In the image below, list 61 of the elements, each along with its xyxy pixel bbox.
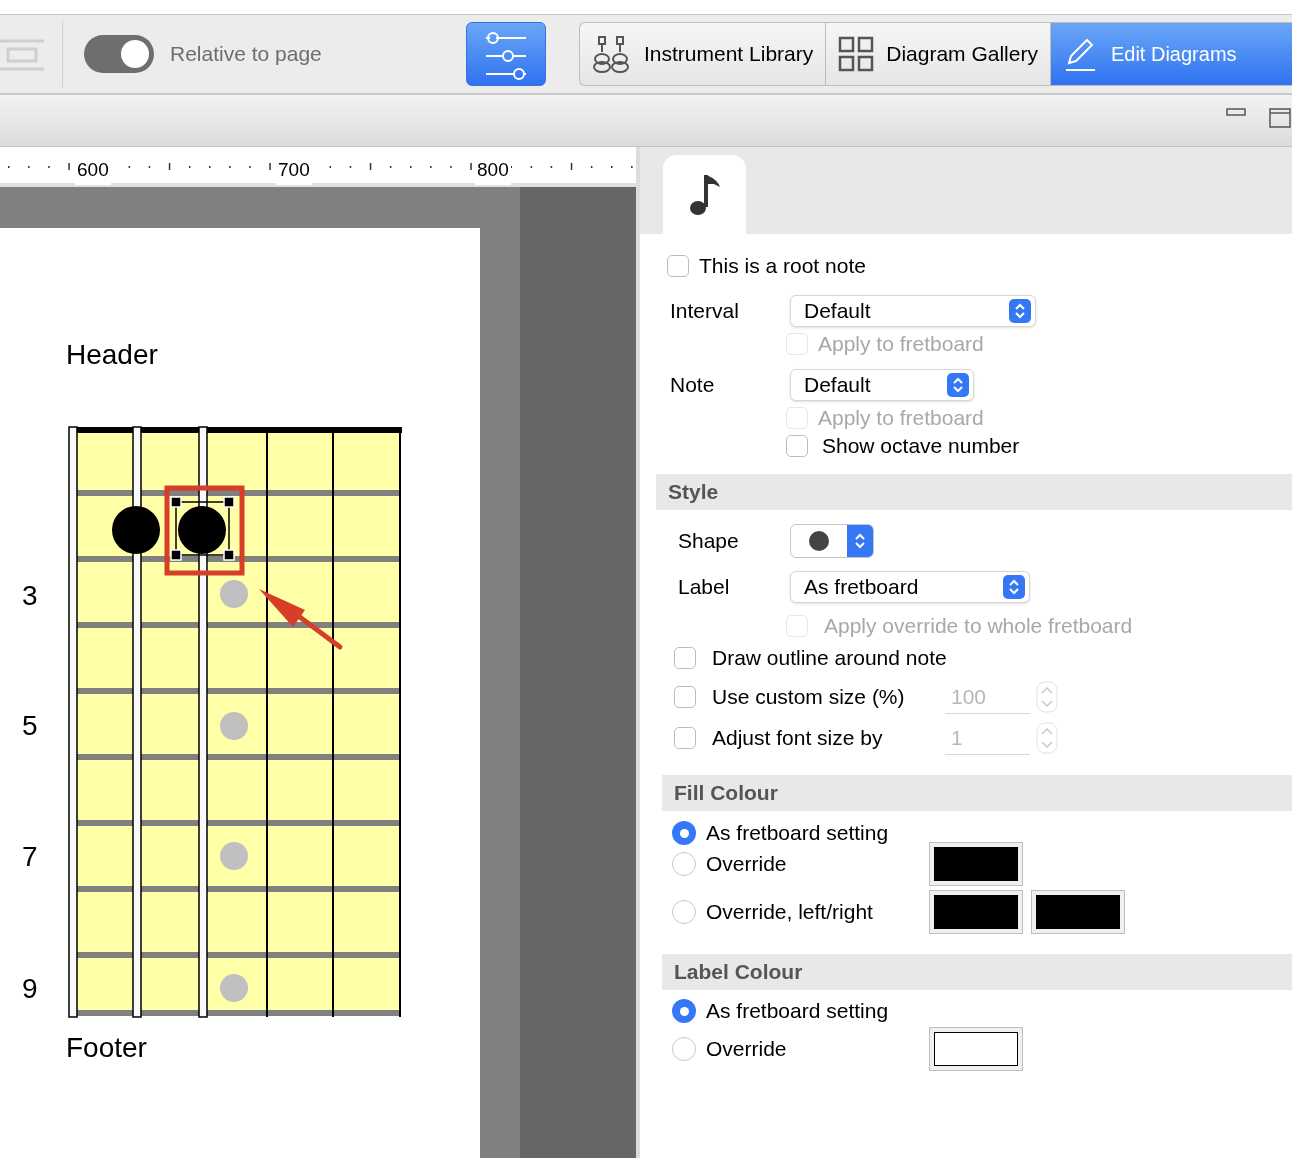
checkbox[interactable] xyxy=(786,435,808,457)
section-header: Label Colour xyxy=(662,954,1292,990)
toolbar-tab[interactable]: Instrument Library xyxy=(579,22,826,86)
radio-label: Override, left/right xyxy=(706,899,873,926)
dropdown[interactable]: Default xyxy=(790,369,974,401)
toggle-label: Relative to page xyxy=(170,41,322,68)
field-label: Interval xyxy=(670,298,740,325)
dropdown[interactable]: As fretboard xyxy=(790,571,1030,603)
header-text: Header xyxy=(66,338,158,372)
fret-number: 9 xyxy=(22,975,38,1003)
footer-text: Footer xyxy=(66,1031,147,1065)
checkbox[interactable] xyxy=(667,255,689,277)
checkbox-label: Use custom size (%) xyxy=(712,684,905,711)
radio-label: As fretboard setting xyxy=(706,820,889,847)
colour-swatch[interactable] xyxy=(929,890,1023,934)
colour-swatch[interactable] xyxy=(1031,890,1125,934)
grid-icon xyxy=(838,36,875,72)
dropdown[interactable]: Default xyxy=(790,295,1036,327)
fret-number: 3 xyxy=(22,582,38,610)
circle-shape-icon xyxy=(808,530,830,552)
radio-button[interactable] xyxy=(672,999,696,1023)
radio-label: As fretboard setting xyxy=(706,998,889,1025)
stepper-icon xyxy=(1009,299,1031,323)
checkbox-label: Apply override to whole fretboard xyxy=(824,613,1133,640)
toggle-switch[interactable] xyxy=(84,35,154,73)
note-tab[interactable] xyxy=(663,155,746,234)
section-header: Style xyxy=(656,474,1292,510)
checkbox-label: Apply to fretboard xyxy=(818,331,984,358)
checkbox-label: Show octave number xyxy=(822,433,1020,460)
field-label: Note xyxy=(670,372,716,399)
minimize-icon[interactable] xyxy=(1226,108,1246,116)
checkbox-label: This is a root note xyxy=(699,253,866,280)
stepper-icon xyxy=(1003,575,1025,599)
fret-number: 7 xyxy=(22,843,38,871)
radio-label: Override xyxy=(706,1036,787,1063)
checkbox[interactable] xyxy=(674,647,696,669)
note-dot[interactable] xyxy=(112,506,160,554)
colour-swatch[interactable] xyxy=(929,1027,1023,1071)
filter-button[interactable] xyxy=(466,22,546,86)
selected-note-dot[interactable] xyxy=(170,496,235,561)
field-label: Label xyxy=(678,574,731,601)
checkbox[interactable] xyxy=(674,686,696,708)
radio-button[interactable] xyxy=(672,821,696,845)
radio-label: Override xyxy=(706,851,787,878)
music-note-icon xyxy=(687,172,722,217)
window-icon[interactable] xyxy=(1269,108,1291,128)
radio-button[interactable] xyxy=(672,900,696,924)
field-label: Shape xyxy=(678,528,740,555)
checkbox-label: Draw outline around note xyxy=(712,645,947,672)
shape-dropdown[interactable] xyxy=(790,524,874,558)
colour-swatch[interactable] xyxy=(929,842,1023,886)
radio-button[interactable] xyxy=(672,852,696,876)
toolbar-tab[interactable]: Diagram Gallery xyxy=(825,22,1050,86)
stepper-icon xyxy=(947,373,969,397)
checkbox[interactable] xyxy=(674,727,696,749)
fret-number: 5 xyxy=(22,712,38,740)
section-header: Fill Colour xyxy=(662,775,1292,811)
checkbox-label: Adjust font size by xyxy=(712,725,883,752)
checkbox-label: Apply to fretboard xyxy=(818,405,984,432)
guitars-icon xyxy=(592,34,632,74)
radio-button[interactable] xyxy=(672,1037,696,1061)
